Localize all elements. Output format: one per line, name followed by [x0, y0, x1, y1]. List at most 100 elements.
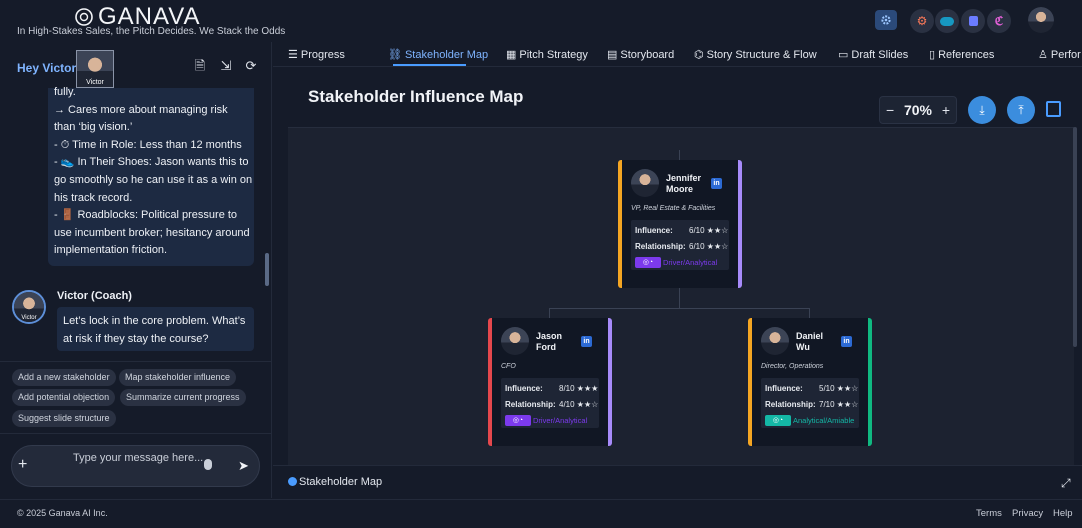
style-badge-icon: ◎◔	[765, 415, 791, 426]
coach-message: Let’s lock in the core problem. What’s a…	[57, 307, 254, 351]
stakeholder-first-name: Jennifer	[666, 173, 702, 183]
page-title: Stakeholder Influence Map	[308, 87, 524, 106]
clipboard-icon: ▯	[929, 49, 936, 61]
tab-story-structure[interactable]: ⌬ Story Structure & Flow	[694, 48, 817, 62]
terms-link[interactable]: Terms	[976, 508, 1002, 519]
upload-icon[interactable]: ⤒	[1007, 96, 1035, 124]
monitor-icon: ▭	[838, 49, 849, 61]
divider	[0, 361, 272, 362]
card-right-accent	[608, 318, 612, 446]
relationship-label: Relationship:	[635, 242, 686, 251]
settings-gear-icon[interactable]	[875, 10, 897, 30]
suggestion-chip[interactable]: Map stakeholder influence	[119, 369, 237, 386]
save-icon[interactable]	[1046, 101, 1061, 117]
relationship-value: 4/10 ★★☆	[559, 400, 599, 409]
salesforce-icon[interactable]	[935, 9, 959, 33]
help-link[interactable]: Help	[1053, 508, 1073, 519]
tab-label: Progress	[300, 48, 345, 61]
tab-draft-slides[interactable]: ▭ Draft Slides	[838, 48, 909, 62]
stakeholder-photo	[501, 327, 529, 355]
message-line: go smoothly so he can use it as a win on	[54, 173, 253, 186]
tab-label: Pitch Strategy	[519, 48, 588, 61]
stakeholder-card[interactable]: Jennifer Moore in VP, Real Estate & Facilit…	[618, 160, 742, 288]
relationship-value: 6/10 ★★☆	[689, 242, 729, 251]
card-left-accent	[748, 318, 752, 446]
stakeholder-role: VP, Real Estate & Facilities	[631, 205, 716, 212]
suggestion-chip[interactable]: Add a new stakeholder	[12, 369, 116, 386]
card-left-accent	[618, 160, 622, 288]
suggestion-chip[interactable]: Summarize current progress	[120, 389, 246, 406]
send-icon[interactable]: ➤	[238, 458, 249, 474]
stakeholder-photo	[761, 327, 789, 355]
stakeholder-card[interactable]: Daniel Wu in Director, Operations Influence:…	[748, 318, 872, 446]
tab-label: Story Structure & Flow	[706, 48, 817, 61]
connector-line	[809, 308, 810, 318]
stakeholder-first-name: Daniel	[796, 331, 824, 341]
map-label: Stakeholder Map	[299, 476, 383, 488]
message-line: fully.	[54, 86, 76, 98]
user-avatar-large: Victor	[76, 50, 114, 88]
message-line: his track record.	[54, 191, 133, 204]
card-right-accent	[738, 160, 742, 288]
download-icon[interactable]: ⤓	[968, 96, 996, 124]
list-icon: ☰	[288, 49, 298, 61]
user-avatar[interactable]	[1028, 7, 1054, 33]
network-icon: ⛓	[388, 49, 402, 61]
tab-storyboard[interactable]: ▤ Storyboard	[607, 48, 675, 62]
privacy-link[interactable]: Privacy	[1012, 508, 1043, 519]
card-left-accent	[488, 318, 492, 446]
communication-style: Driver/Analytical	[533, 416, 588, 425]
canvas-scrollbar[interactable]	[1073, 127, 1077, 347]
zoom-in-button[interactable]: +	[942, 102, 950, 118]
linkedin-icon[interactable]: in	[581, 336, 592, 347]
zoom-level: 70%	[903, 102, 933, 118]
app-integration-icon[interactable]	[961, 9, 985, 33]
status-dot	[288, 477, 297, 486]
stakeholder-first-name: Jason	[536, 331, 563, 341]
zoom-out-button[interactable]: −	[886, 102, 894, 118]
card-right-accent	[868, 318, 872, 446]
stakeholder-last-name: Wu	[796, 342, 810, 352]
person-icon: ♙	[1038, 49, 1048, 61]
tab-progress[interactable]: ☰ Progress	[288, 48, 345, 62]
hierarchy-icon: ⌬	[694, 49, 704, 61]
suggestion-chip[interactable]: Suggest slide structure	[12, 410, 116, 427]
tab-pitch-strategy[interactable]: ▦ Pitch Strategy	[506, 48, 588, 62]
linkedin-icon[interactable]: in	[711, 178, 722, 189]
chat-input[interactable]: Type your message here...	[73, 452, 203, 464]
suggestion-chip[interactable]: Add potential objection	[12, 389, 116, 406]
refresh-icon[interactable]: ⟳	[244, 59, 258, 73]
tab-label: Draft Slides	[851, 48, 909, 61]
microphone-icon[interactable]	[204, 459, 212, 470]
influence-label: Influence:	[505, 384, 543, 393]
message-line: than ‘big vision.’	[54, 121, 133, 134]
assistant-message: fully. → Cares more about managing risk …	[48, 86, 254, 266]
document-icon[interactable]: 🗎	[193, 59, 207, 73]
coach-avatar: Victor	[12, 290, 46, 324]
stakeholder-role: CFO	[501, 363, 516, 370]
hubspot-icon[interactable]: ⚙	[910, 9, 934, 33]
grid-icon: ▦	[506, 49, 517, 61]
note-icon: ▤	[607, 49, 618, 61]
tab-stakeholder-map[interactable]: ⛓ Stakeholder Map	[388, 48, 488, 62]
tab-references[interactable]: ▯ References	[929, 48, 994, 62]
fullscreen-icon[interactable]: ⤢	[1061, 476, 1071, 491]
app-integration-icon-2[interactable]: ℭ	[987, 9, 1011, 33]
stakeholder-card[interactable]: Jason Ford in CFO Influence: 8/10 ★★★ Relation…	[488, 318, 612, 446]
export-document-icon[interactable]: ⇲	[219, 59, 233, 73]
page-footer	[0, 499, 1082, 528]
add-attachment-icon[interactable]: +	[18, 456, 27, 474]
linkedin-icon[interactable]: in	[841, 336, 852, 347]
canvas-top-border	[288, 127, 1074, 128]
influence-label: Influence:	[635, 226, 673, 235]
zoom-control: − 70% +	[879, 96, 957, 124]
copyright: © 2025 Ganava AI Inc.	[17, 508, 108, 518]
influence-value: 6/10 ★★☆	[689, 226, 729, 235]
tab-label: Storyboard	[620, 48, 675, 61]
message-line: - 👟 In Their Shoes: Jason wants this to	[54, 156, 249, 169]
chat-scrollbar[interactable]	[265, 253, 269, 286]
message-line: implementation friction.	[54, 244, 168, 257]
tab-performance[interactable]: ♙ Perfor	[1038, 48, 1081, 62]
connector-line	[679, 150, 680, 160]
stakeholder-last-name: Ford	[536, 342, 556, 352]
